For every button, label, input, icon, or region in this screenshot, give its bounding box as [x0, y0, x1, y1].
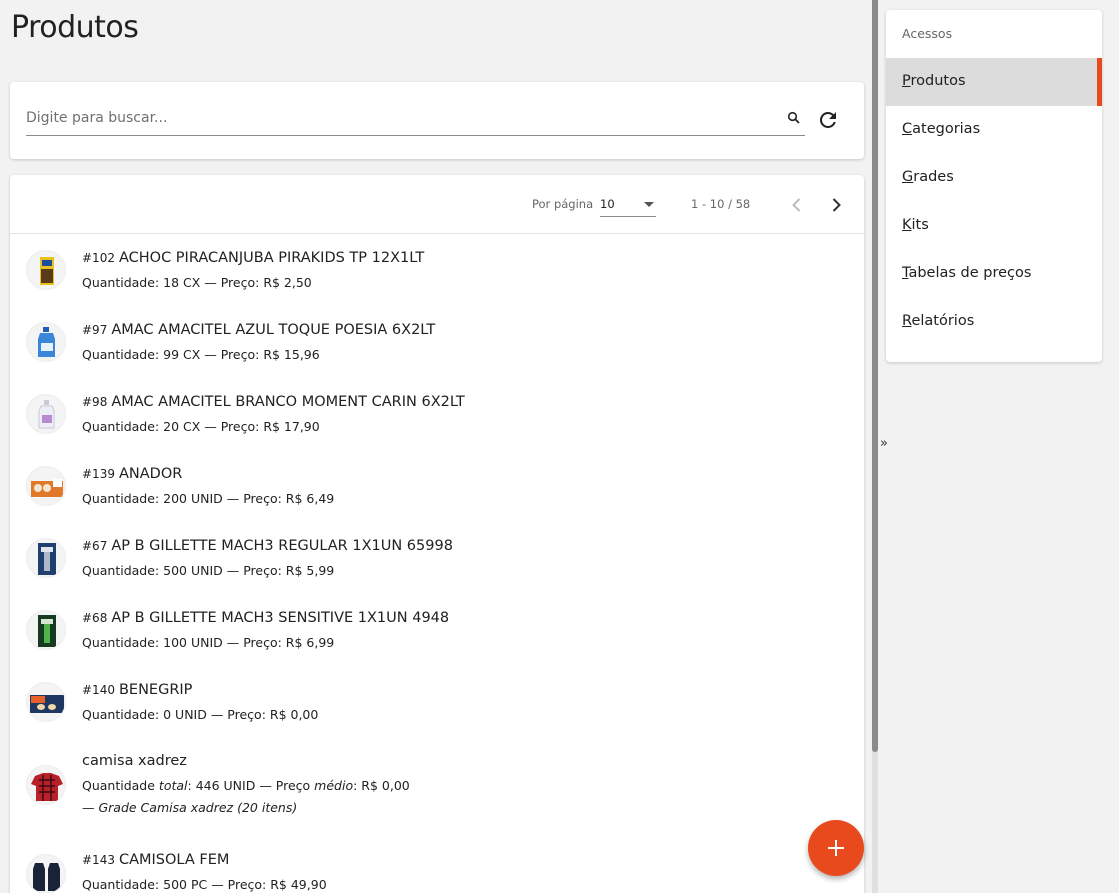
sidebar-item-grades[interactable]: Grades: [886, 154, 1102, 202]
sidebar-item-label: Tabelas de preços: [902, 265, 1032, 281]
product-name: CAMISOLA FEM: [118, 852, 230, 868]
product-name: BENEGRIP: [118, 682, 193, 698]
product-thumbnail: [26, 394, 66, 434]
product-details: Quantidade: 500 PC — Preço: R$ 49,90: [82, 877, 327, 892]
product-name: camisa xadrez: [82, 753, 187, 769]
product-thumbnail: [26, 765, 66, 805]
sidebar-item-kits[interactable]: Kits: [886, 202, 1102, 250]
chevron-left-icon[interactable]: [786, 194, 808, 216]
product-details: Quantidade: 18 CX — Preço: R$ 2,50: [82, 275, 312, 290]
sidebar: Acessos Produtos Categorias Grades Kits …: [886, 10, 1102, 362]
sidebar-item-relatorios[interactable]: Relatórios: [886, 298, 1102, 346]
caret-down-icon: [644, 202, 654, 207]
product-code: #139: [82, 467, 115, 481]
per-page-label: Por página: [532, 197, 594, 211]
list-item[interactable]: #68 AP B GILLETTE MACH3 SENSITIVE 1X1UN 4…: [10, 594, 864, 666]
sidebar-item-label: Kits: [902, 217, 929, 233]
product-details: Quantidade: 20 CX — Preço: R$ 17,90: [82, 419, 320, 434]
add-product-button[interactable]: [808, 820, 864, 876]
refresh-icon[interactable]: [816, 108, 840, 132]
sidebar-collapse-toggle[interactable]: »: [880, 436, 888, 451]
product-grade-details: — Grade Camisa xadrez (20 itens): [82, 800, 298, 815]
product-name: ANADOR: [118, 466, 183, 482]
product-code: #67: [82, 539, 108, 553]
product-code: #102: [82, 251, 115, 265]
list-item[interactable]: #97 AMAC AMACITEL AZUL TOQUE POESIA 6X2LT…: [10, 306, 864, 378]
product-name: AP B GILLETTE MACH3 SENSITIVE 1X1UN 4948: [111, 610, 450, 626]
product-details: Quantidade: 500 UNID — Preço: R$ 5,99: [82, 563, 335, 578]
pagination-bar: Por página 10 1 - 10 / 58: [10, 175, 864, 234]
main-content: Produtos Por página 10 1 - 10 / 58: [0, 0, 872, 893]
page-title: Produtos: [11, 10, 139, 45]
product-thumbnail: [26, 322, 66, 362]
product-code: #140: [82, 683, 115, 697]
sidebar-item-label: Categorias: [902, 121, 981, 137]
sidebar-item-label: Produtos: [902, 73, 966, 89]
list-item[interactable]: #143 CAMISOLA FEM Quantidade: 500 PC — Pr…: [10, 838, 864, 893]
per-page-value: 10: [600, 197, 615, 211]
scrollbar-thumb[interactable]: [872, 0, 878, 752]
product-thumbnail: [26, 466, 66, 506]
product-details: Quantidade: 99 CX — Preço: R$ 15,96: [82, 347, 320, 362]
product-thumbnail: [26, 538, 66, 578]
product-thumbnail: [26, 854, 66, 893]
product-thumbnail: [26, 250, 66, 290]
sidebar-item-categorias[interactable]: Categorias: [886, 106, 1102, 154]
sidebar-header: Acessos: [902, 26, 953, 41]
search-input[interactable]: [26, 102, 766, 134]
list-item[interactable]: #102 ACHOC PIRACANJUBA PIRAKIDS TP 12X1LT…: [10, 234, 864, 306]
sidebar-item-label: Relatórios: [902, 313, 975, 329]
chevron-right-icon[interactable]: [825, 194, 847, 216]
product-details: Quantidade: 0 UNID — Preço: R$ 0,00: [82, 707, 319, 722]
product-thumbnail: [26, 682, 66, 722]
list-item[interactable]: #67 AP B GILLETTE MACH3 REGULAR 1X1UN 659…: [10, 522, 864, 594]
product-code: #143: [82, 853, 115, 867]
product-name: ACHOC PIRACANJUBA PIRAKIDS TP 12X1LT: [118, 250, 425, 266]
search-card: [10, 82, 864, 159]
list-item[interactable]: camisa xadrez Quantidade total: 446 UNID…: [10, 738, 864, 838]
product-name: AMAC AMACITEL AZUL TOQUE POESIA 6X2LT: [111, 322, 436, 338]
product-name: AP B GILLETTE MACH3 REGULAR 1X1UN 65998: [111, 538, 453, 554]
sidebar-item-tabelas-de-precos[interactable]: Tabelas de preços: [886, 250, 1102, 298]
page-range: 1 - 10 / 58: [691, 197, 751, 211]
product-list-card: Por página 10 1 - 10 / 58 #102 ACHOC PIRA…: [10, 175, 864, 893]
product-code: #98: [82, 395, 108, 409]
sidebar-item-label: Grades: [902, 169, 954, 185]
product-details: Quantidade: 100 UNID — Preço: R$ 6,99: [82, 635, 335, 650]
product-code: #68: [82, 611, 108, 625]
sidebar-item-produtos[interactable]: Produtos: [886, 58, 1102, 106]
product-code: #97: [82, 323, 108, 337]
list-item[interactable]: #139 ANADOR Quantidade: 200 UNID — Preço:…: [10, 450, 864, 522]
search-icon[interactable]: [787, 111, 801, 125]
product-details: Quantidade total: 446 UNID — Preço médio…: [82, 778, 410, 793]
search-field[interactable]: [26, 102, 805, 136]
list-item[interactable]: #98 AMAC AMACITEL BRANCO MOMENT CARIN 6X2…: [10, 378, 864, 450]
product-details: Quantidade: 200 UNID — Preço: R$ 6,49: [82, 491, 335, 506]
list-item[interactable]: #140 BENEGRIP Quantidade: 0 UNID — Preço:…: [10, 666, 864, 738]
product-name: AMAC AMACITEL BRANCO MOMENT CARIN 6X2LT: [111, 394, 465, 410]
product-thumbnail: [26, 610, 66, 650]
per-page-select[interactable]: 10: [600, 194, 656, 217]
